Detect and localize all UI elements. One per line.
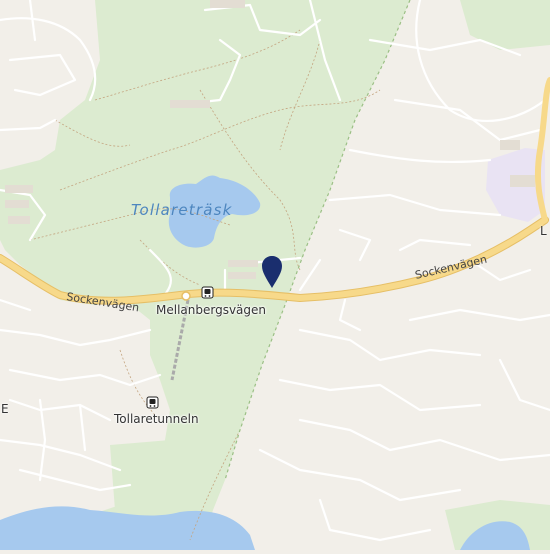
bus-stop-icon[interactable]: [201, 286, 214, 299]
map-view[interactable]: Sockenvägen Sockenvägen Tollareträsk Mel…: [0, 0, 550, 550]
roundabout: [181, 291, 191, 301]
map-canvas: Sockenvägen Sockenvägen: [0, 0, 550, 550]
bus-stop-icon[interactable]: [146, 396, 159, 409]
